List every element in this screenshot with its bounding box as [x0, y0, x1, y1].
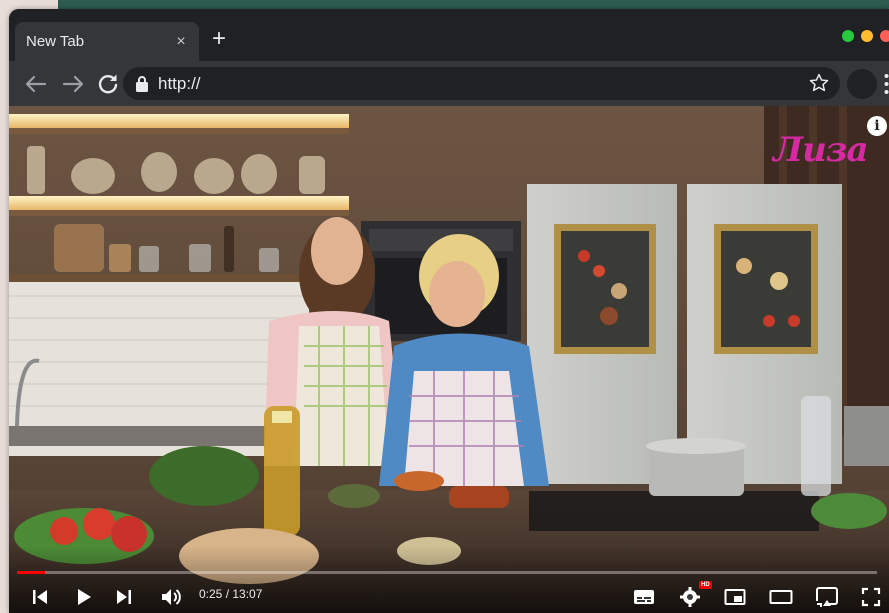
controls-overlay	[9, 546, 889, 613]
close-window-button[interactable]	[880, 30, 889, 42]
gear-icon[interactable]	[679, 586, 701, 608]
forward-button[interactable]	[58, 69, 88, 99]
new-tab-button[interactable]: +	[205, 26, 233, 54]
miniplayer-icon[interactable]	[724, 588, 746, 606]
address-bar[interactable]	[123, 67, 840, 100]
tab-title: New Tab	[26, 33, 85, 50]
skip-previous-icon[interactable]	[31, 588, 49, 606]
skip-next-icon[interactable]	[115, 588, 133, 606]
browser-window: New Tab × + http:// Лиза i 0:25 / 13:07 …	[9, 9, 889, 613]
info-icon[interactable]: i	[867, 116, 887, 136]
kebab-menu-icon[interactable]	[884, 73, 889, 95]
cast-icon[interactable]	[815, 586, 839, 608]
minimize-window-button[interactable]	[861, 30, 873, 42]
video-player[interactable]: Лиза i 0:25 / 13:07 HD	[9, 106, 889, 613]
subtitles-icon[interactable]	[633, 588, 655, 606]
tab-new-tab[interactable]: New Tab ×	[15, 22, 199, 61]
current-time: 0:25	[199, 587, 223, 601]
tab-strip: New Tab × +	[9, 9, 889, 61]
time-separator: /	[222, 587, 233, 601]
maximize-window-button[interactable]	[842, 30, 854, 42]
time-display: 0:25 / 13:07	[199, 587, 262, 601]
reload-button[interactable]	[93, 69, 123, 99]
arrow-left-icon	[25, 75, 47, 93]
video-frame	[9, 106, 889, 613]
lock-icon	[136, 76, 148, 92]
theater-mode-icon[interactable]	[769, 589, 793, 605]
arrow-right-icon	[62, 75, 84, 93]
reload-icon	[98, 74, 118, 94]
channel-logo: Лиза	[773, 130, 869, 170]
progress-bar[interactable]	[17, 571, 877, 574]
url-input[interactable]	[156, 73, 760, 95]
back-button[interactable]	[21, 69, 51, 99]
duration: 13:07	[232, 587, 263, 601]
profile-avatar[interactable]	[847, 69, 877, 99]
close-icon[interactable]: ×	[173, 33, 189, 51]
star-icon[interactable]	[808, 72, 830, 94]
browser-toolbar	[9, 61, 889, 106]
progress-played	[17, 571, 45, 574]
fullscreen-icon[interactable]	[861, 587, 881, 607]
hd-badge: HD	[699, 581, 712, 589]
volume-icon[interactable]	[160, 587, 182, 607]
play-icon[interactable]	[75, 587, 93, 607]
